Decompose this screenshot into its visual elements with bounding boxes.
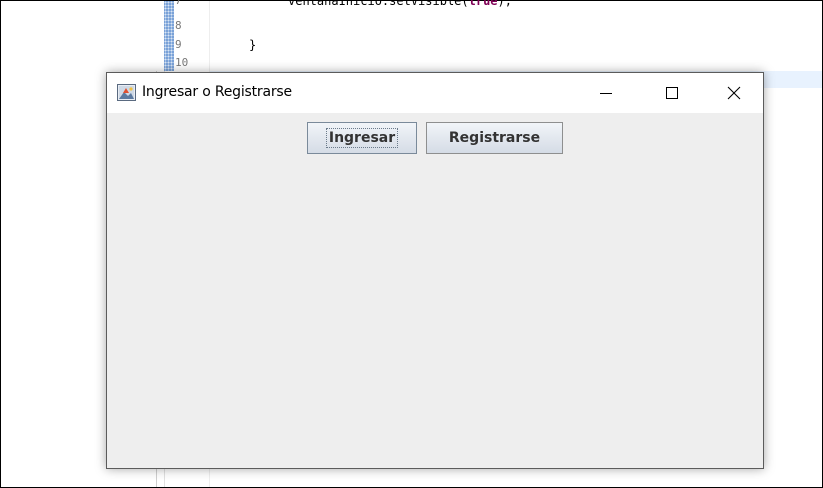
ingresar-button-label: Ingresar — [325, 128, 399, 148]
minimize-icon — [600, 93, 612, 94]
ide-line-number: 9 — [175, 38, 182, 51]
ide-code-text: ); — [497, 0, 512, 8]
ide-code-text: ventanaInicio.setVisible( — [288, 0, 469, 8]
ingresar-button[interactable]: Ingresar — [307, 122, 417, 154]
window-title: Ingresar o Registrarse — [142, 84, 292, 100]
close-icon — [727, 86, 741, 100]
ide-code-keyword: true — [468, 0, 498, 8]
registrarse-button[interactable]: Registrarse — [426, 122, 563, 154]
java-app-icon — [117, 84, 136, 101]
ide-change-marker — [164, 1, 174, 71]
window-titlebar[interactable]: Ingresar o Registrarse — [107, 73, 763, 113]
ide-code-line-9: } — [249, 38, 257, 52]
ide-line-number: 8 — [175, 19, 182, 32]
maximize-icon — [666, 87, 678, 99]
ide-line-number: 7 — [175, 0, 182, 7]
window-content-panel: Ingresar Registrarse — [107, 113, 763, 468]
ide-code-line-7: ventanaInicio.setVisible(true); — [288, 0, 512, 8]
maximize-button[interactable] — [649, 73, 695, 113]
screenshot-frame: 7 8 9 10 ventanaInicio.setVisible(true);… — [0, 0, 823, 488]
close-button[interactable] — [711, 73, 757, 113]
ide-line-number: 10 — [175, 56, 189, 69]
minimize-button[interactable] — [583, 73, 629, 113]
ingresar-registrarse-window: Ingresar o Registrarse Ingresar Registra… — [106, 72, 764, 469]
